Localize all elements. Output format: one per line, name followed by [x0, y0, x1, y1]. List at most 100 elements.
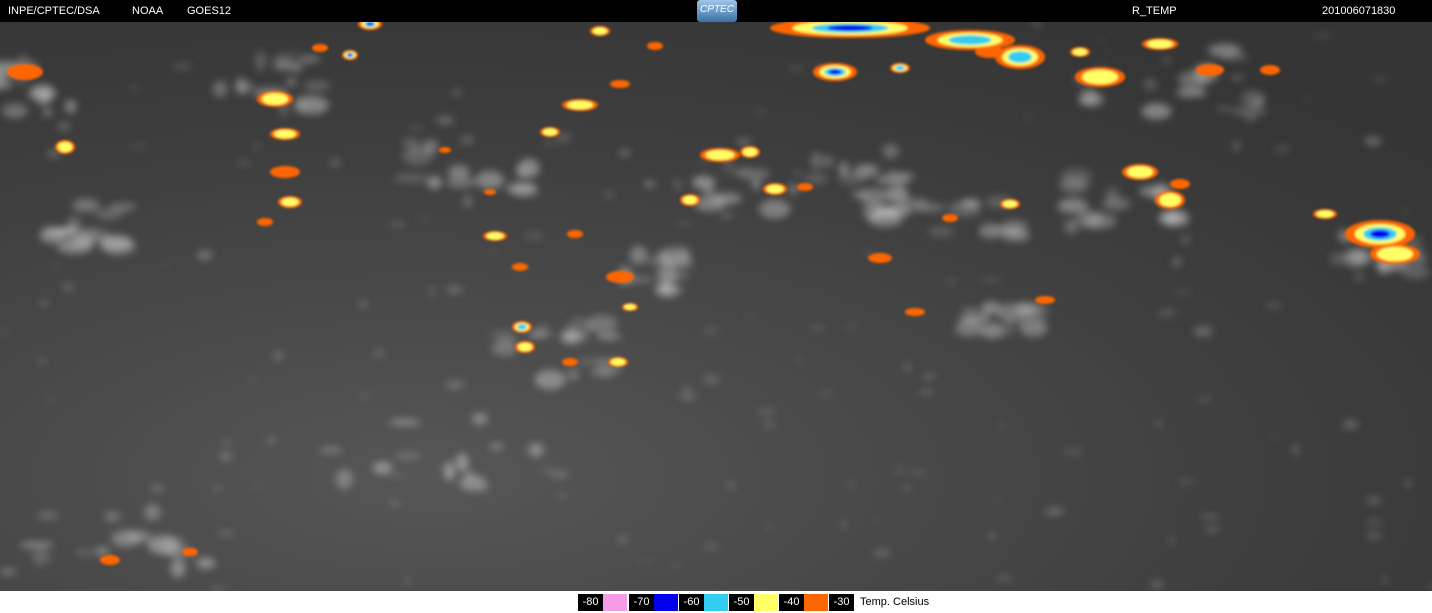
cloud-patch — [991, 499, 1007, 502]
cloud-patch — [211, 586, 227, 591]
cloud-patch — [928, 227, 955, 237]
cloud-patch — [905, 362, 911, 372]
cloud-patch — [675, 219, 692, 226]
cloud-patch — [426, 176, 442, 189]
cloud-patch — [810, 152, 823, 169]
cloud-patch — [988, 533, 998, 539]
cloud-patch — [1292, 445, 1299, 455]
cloud-patch — [147, 535, 180, 555]
cold-cloud-cell — [439, 147, 451, 153]
legend-swatch — [804, 594, 828, 611]
cloud-patch — [872, 548, 891, 558]
cloud-patch — [517, 158, 540, 178]
cold-cloud-cell — [1072, 48, 1088, 56]
cloud-patch — [545, 140, 552, 146]
cloud-patch — [1150, 580, 1164, 588]
cloud-patch — [1265, 303, 1283, 308]
cold-cloud-cell — [512, 263, 528, 271]
cloud-patch — [758, 409, 776, 415]
cold-cloud-cell — [517, 342, 533, 352]
cloud-patch — [691, 175, 717, 191]
cold-cloud-cell — [366, 22, 374, 26]
cloud-patch — [2, 103, 28, 119]
cloud-patch — [1215, 106, 1235, 112]
cloud-patch — [475, 170, 504, 190]
cloud-patch — [445, 286, 464, 294]
cloud-patch — [1404, 478, 1412, 489]
cold-cloud-cell — [1002, 200, 1018, 208]
cptec-logo-text: CPTEC — [700, 4, 734, 15]
cloud-patch — [373, 349, 385, 358]
cloud-patch — [393, 174, 429, 183]
cloud-patch — [887, 170, 896, 175]
cloud-patch — [979, 323, 1006, 339]
cloud-patch — [1045, 508, 1064, 516]
cloud-patch — [560, 329, 580, 344]
cloud-patch — [447, 164, 470, 179]
cloud-patch — [196, 250, 213, 261]
cold-cloud-cell — [1082, 69, 1118, 85]
legend-label: -60 — [679, 594, 704, 611]
cold-cloud-cell — [592, 27, 608, 35]
cloud-patch — [1005, 317, 1015, 337]
cold-cloud-cell — [1316, 210, 1334, 218]
cloud-patch — [1101, 197, 1131, 211]
cold-cloud-cell — [274, 129, 296, 139]
cloud-patch — [961, 313, 983, 324]
cloud-patch — [442, 460, 455, 479]
cloud-patch — [554, 134, 572, 143]
cloud-patch — [1057, 198, 1089, 214]
cloud-patch — [841, 520, 846, 529]
header-bar: INPE/CPTEC/DSA NOAA GOES12 CPTEC R_TEMP … — [0, 0, 1432, 22]
source-label: INPE/CPTEC/DSA — [8, 5, 100, 17]
cloud-patch — [1381, 575, 1388, 583]
cloud-patch — [682, 384, 691, 395]
cold-cloud-cell — [647, 42, 663, 50]
cloud-patch — [1059, 177, 1089, 194]
cloud-patch — [995, 303, 1031, 322]
cold-cloud-cell — [312, 44, 328, 52]
cloud-patch — [1154, 420, 1163, 428]
cloud-patch — [767, 524, 774, 529]
satellite-label: GOES12 — [187, 5, 232, 17]
cold-cloud-cell — [606, 271, 634, 283]
cold-cloud-cell — [567, 230, 583, 238]
cloud-patch — [36, 511, 59, 520]
cloud-patch — [110, 203, 137, 211]
cloud-patch — [655, 283, 679, 298]
cloud-patch — [273, 351, 284, 361]
cloud-patch — [1372, 76, 1389, 82]
cloud-patch — [882, 144, 900, 159]
cloud-patch — [1402, 209, 1410, 216]
cloud-patch — [394, 452, 421, 460]
cloud-patch — [603, 190, 615, 199]
cloud-patch — [1167, 210, 1181, 225]
cloud-patch — [1200, 514, 1220, 520]
cloud-patch — [981, 276, 1001, 283]
cloud-patch — [704, 326, 720, 335]
cptec-logo: CPTEC — [697, 0, 737, 22]
cloud-patch — [272, 61, 306, 71]
cloud-patch — [596, 333, 622, 340]
cloud-patch — [39, 227, 65, 244]
cloud-patch — [1273, 144, 1290, 154]
cloud-patch — [131, 84, 136, 92]
cloud-patch — [1252, 97, 1265, 107]
cloud-patch — [144, 504, 161, 521]
legend-swatch — [603, 594, 627, 611]
cloud-patch — [170, 558, 186, 578]
cloud-patch — [673, 177, 682, 192]
cloud-patch — [150, 485, 166, 491]
cloud-patch — [1231, 106, 1267, 117]
legend-swatch — [754, 594, 778, 611]
cloud-patch — [289, 52, 300, 55]
cloud-patch — [677, 246, 690, 258]
cloud-patch — [872, 518, 879, 522]
cloud-patch — [57, 122, 71, 131]
cloud-patch — [418, 215, 431, 221]
cloud-patch — [196, 557, 216, 569]
cold-cloud-cell — [100, 555, 120, 565]
cloud-patch — [1365, 518, 1384, 528]
cloud-patch — [17, 54, 28, 62]
cloud-patch — [678, 394, 697, 399]
